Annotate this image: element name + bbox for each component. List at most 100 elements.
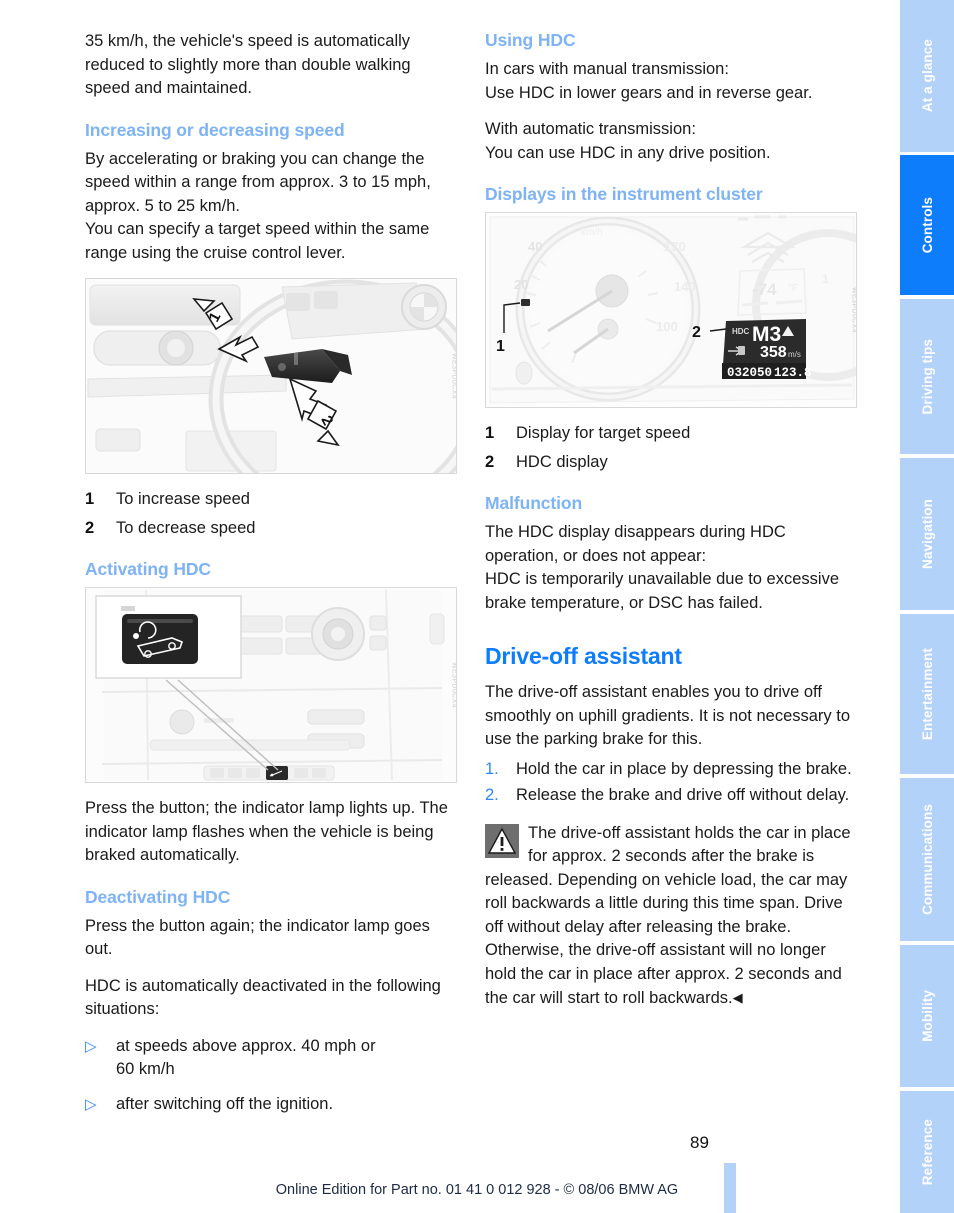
legend-number: 1 bbox=[485, 424, 495, 442]
drive-off-steps: 1. Hold the car in place by depressing t… bbox=[485, 758, 857, 808]
cluster-temperature: -74 bbox=[752, 280, 777, 299]
right-column: Using HDC In cars with manual transmissi… bbox=[485, 30, 857, 1011]
legend-cluster: 1 Display for target speed 2 HDC display bbox=[485, 422, 857, 474]
paragraph-deactivating-2: HDC is automatically deactivated in the … bbox=[85, 976, 441, 1019]
note-end-marker: ◀ bbox=[732, 990, 743, 1005]
warning-triangle-glyph bbox=[488, 827, 516, 854]
gear-indicator: M3 bbox=[752, 323, 781, 346]
sidebar-tab-navigation[interactable]: Navigation bbox=[900, 458, 954, 610]
warning-note-body: The drive-off assistant holds the car in… bbox=[485, 823, 851, 1008]
step-item: 2. Release the brake and drive off witho… bbox=[485, 784, 857, 808]
legend-number: 2 bbox=[485, 452, 495, 471]
heading-malfunction: Malfunction bbox=[485, 493, 583, 513]
paragraph-using-automatic-line1: With automatic transmission: bbox=[485, 120, 696, 138]
sidebar-tab-at-a-glance[interactable]: At a glance bbox=[900, 0, 954, 152]
paragraph-increasing-1: By accelerating or braking you can chang… bbox=[85, 149, 431, 215]
legend-text: To increase speed bbox=[116, 490, 250, 508]
figure-code-cluster: WE3PD0CX4 bbox=[850, 286, 857, 334]
chapter-tab-sidebar: At a glance Controls Driving tips Naviga… bbox=[900, 0, 954, 1213]
paragraph-using-manual-line2: Use HDC in lower gears and in reverse ge… bbox=[485, 83, 813, 102]
target-speed-unit: m/s bbox=[788, 350, 801, 359]
legend-text: Display for target speed bbox=[516, 424, 691, 442]
step-number: 2. bbox=[485, 786, 499, 804]
legend-number: 2 bbox=[85, 518, 95, 537]
console-illustration bbox=[86, 588, 456, 782]
paragraph-increasing-2: You can specify a target speed within th… bbox=[85, 220, 430, 262]
figure-instrument-cluster: 40 20 170 140 100 km/h 1 1 -74 °F HDC M3… bbox=[485, 212, 857, 408]
paragraph-deactivating-1: Press the button again; the indicator la… bbox=[85, 916, 430, 959]
svg-text:1: 1 bbox=[822, 272, 829, 286]
target-speed-value: 358 bbox=[760, 344, 787, 361]
list-item-text: at speeds above approx. 40 mph or 60 km/… bbox=[116, 1036, 376, 1079]
dial-tick-170: 170 bbox=[664, 239, 686, 254]
list-item: ▷ after switching off the ignition. bbox=[85, 1093, 457, 1117]
legend-row: 2 To decrease speed bbox=[85, 517, 457, 541]
paragraph-malfunction-2: HDC is temporarily unavailable due to ex… bbox=[485, 570, 839, 612]
list-item: ▷ at speeds above approx. 40 mph or 60 k… bbox=[85, 1035, 457, 1082]
target-speed-marker bbox=[521, 299, 530, 306]
callout-2-label: 2 bbox=[692, 324, 701, 341]
paragraph-malfunction-1: The HDC display disappears during HDC op… bbox=[485, 523, 786, 565]
continued-paragraph: 35 km/h, the vehicle's speed is automati… bbox=[85, 32, 411, 97]
sidebar-tab-mobility[interactable]: Mobility bbox=[900, 945, 954, 1087]
sidebar-tab-communications[interactable]: Communications bbox=[900, 778, 954, 941]
svg-text:°F: °F bbox=[788, 283, 798, 294]
sidebar-tab-label: At a glance bbox=[919, 39, 935, 113]
step-text: Hold the car in place by depressing the … bbox=[516, 759, 852, 778]
legend-lever: 1 To increase speed 2 To decrease speed bbox=[85, 488, 457, 540]
triangle-bullet-icon: ▷ bbox=[85, 1095, 97, 1113]
sidebar-tab-label: Reference bbox=[919, 1118, 935, 1186]
dial-tick-20: 20 bbox=[514, 277, 528, 292]
sidebar-tab-label: Driving tips bbox=[919, 338, 935, 415]
hdc-label: HDC bbox=[732, 327, 750, 336]
warning-note-text: The drive-off assistant holds the car in… bbox=[485, 822, 857, 1011]
triangle-bullet-icon: ▷ bbox=[85, 1037, 97, 1055]
legend-number: 1 bbox=[85, 490, 95, 508]
deactivation-conditions-list: ▷ at speeds above approx. 40 mph or 60 k… bbox=[85, 1035, 457, 1117]
legend-row: 2 HDC display bbox=[485, 451, 857, 475]
cruise-lever-illustration: 1 2 bbox=[86, 279, 456, 473]
heading-deactivating-hdc: Deactivating HDC bbox=[85, 886, 231, 907]
figure-cruise-control-lever: 1 2 WE3PD0CX4 bbox=[85, 278, 457, 474]
legend-text: HDC display bbox=[516, 452, 608, 471]
heading-drive-off-assistant: Drive-off assistant bbox=[485, 643, 682, 669]
legend-row: 1 To increase speed bbox=[85, 488, 457, 512]
hdc-info-display: HDC M3 358 m/s 032050 123.8 bbox=[722, 319, 812, 380]
heading-using-hdc: Using HDC bbox=[485, 30, 576, 50]
heading-activating-hdc: Activating HDC bbox=[85, 559, 211, 579]
manual-page: 35 km/h, the vehicle's speed is automati… bbox=[0, 0, 954, 1213]
warning-note: The drive-off assistant holds the car in… bbox=[485, 822, 857, 1011]
dial-tick-40: 40 bbox=[528, 239, 542, 254]
sidebar-tab-label: Controls bbox=[919, 196, 935, 254]
hdc-button-zoomed bbox=[122, 614, 198, 664]
paragraph-using-manual-line1: In cars with manual transmission: bbox=[485, 60, 729, 78]
list-item-text: after switching off the ignition. bbox=[116, 1094, 334, 1113]
footer-text: Online Edition for Part no. 01 41 0 012 … bbox=[275, 1182, 679, 1198]
instrument-cluster-illustration: 40 20 170 140 100 km/h 1 1 -74 °F HDC M3… bbox=[486, 213, 856, 407]
step-text: Release the brake and drive off without … bbox=[516, 786, 850, 804]
footer: Online Edition for Part no. 01 41 0 012 … bbox=[0, 1181, 954, 1199]
legend-row: 1 Display for target speed bbox=[485, 422, 857, 446]
paragraph-activating: Press the button; the indicator lamp lig… bbox=[85, 799, 448, 864]
paragraph-using-automatic-line2: You can use HDC in any drive position. bbox=[485, 143, 771, 162]
dial-tick-100: 100 bbox=[656, 319, 678, 334]
legend-text: To decrease speed bbox=[116, 518, 256, 537]
sidebar-tab-label: Navigation bbox=[919, 498, 935, 569]
warning-triangle-icon bbox=[485, 823, 519, 858]
heading-increasing-decreasing-speed: Increasing or decreasing speed bbox=[85, 119, 345, 140]
sidebar-tab-entertainment[interactable]: Entertainment bbox=[900, 614, 954, 774]
step-number: 1. bbox=[485, 759, 499, 778]
figure-code-console: WE3PD0CX4 bbox=[450, 661, 457, 709]
sidebar-tab-label: Mobility bbox=[919, 990, 935, 1042]
heading-displays-instrument-cluster: Displays in the instrument cluster bbox=[485, 184, 763, 204]
left-column: 35 km/h, the vehicle's speed is automati… bbox=[85, 30, 457, 1127]
odometer-value: 032050 bbox=[727, 366, 772, 380]
sidebar-tab-controls[interactable]: Controls bbox=[900, 155, 954, 295]
svg-text:km/h: km/h bbox=[581, 227, 603, 238]
figure-hdc-button-console: WE3PD0CX4 bbox=[85, 587, 457, 783]
callout-1-label: 1 bbox=[496, 338, 505, 355]
step-item: 1. Hold the car in place by depressing t… bbox=[485, 758, 857, 782]
sidebar-tab-driving-tips[interactable]: Driving tips bbox=[900, 299, 954, 454]
dial-tick-140: 140 bbox=[674, 279, 696, 294]
trip-value: 123.8 bbox=[774, 366, 812, 380]
